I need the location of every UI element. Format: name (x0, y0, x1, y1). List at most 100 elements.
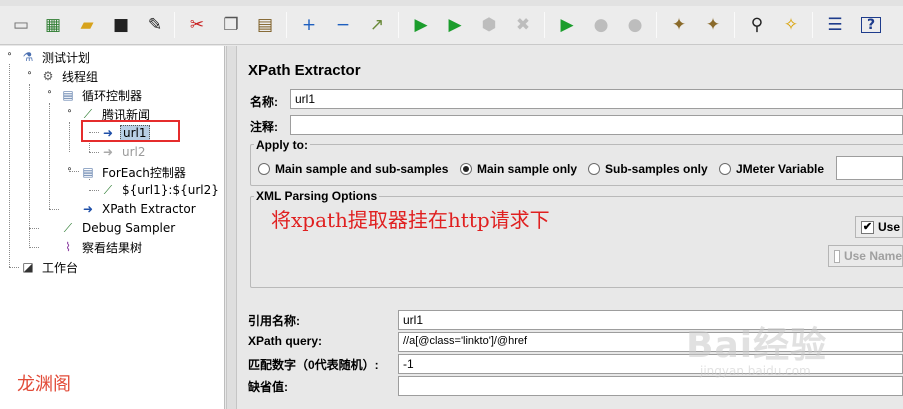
baidu-watermark-brand: Bai经验 (686, 325, 828, 366)
highlight-box (81, 120, 180, 142)
help-button[interactable]: ? (856, 10, 886, 40)
radio-button (588, 163, 600, 175)
tree-node-label: 循环控制器 (82, 88, 143, 103)
start-icon: ▶ (414, 14, 428, 35)
tree-connector (9, 64, 10, 267)
open-button[interactable]: ▰ (72, 10, 102, 40)
toolbar-separator (286, 12, 287, 38)
remote-stop-button[interactable]: ● (586, 10, 616, 40)
remote-shutdown-button[interactable]: ● (620, 10, 650, 40)
radio-main-only[interactable]: Main sample only (460, 162, 577, 176)
copy-button[interactable]: ❐ (216, 10, 246, 40)
jmeter-variable-field[interactable] (836, 156, 903, 180)
save-as-icon: ✎ (147, 14, 163, 35)
tree-node-label: ${url1}:${url2} (122, 183, 219, 197)
start-no-pause-button[interactable]: ▶ (440, 10, 470, 40)
use-namespaces-checkbox[interactable]: Use Name (828, 245, 903, 267)
tree-expand-handle[interactable]: ⚬ (25, 70, 34, 80)
panel-title: XPath Extractor (248, 62, 361, 79)
tree-node-thread-group[interactable]: ⚙ 线程组 (40, 67, 100, 85)
clear-button[interactable]: ✦ (664, 10, 694, 40)
remote-start-icon: ▶ (560, 14, 574, 35)
default-value-label: 缺省值: (248, 380, 288, 394)
tree-connector (29, 247, 39, 248)
tree-node-label: 线程组 (62, 69, 99, 84)
radio-label: JMeter Variable (736, 162, 825, 176)
expand-icon: + (301, 14, 317, 35)
name-field[interactable]: url1 (290, 89, 903, 109)
test-plan-tree: ⚬ ⚬ ⚬ ⚬ ⚬ ⚗ 测试计划 ⚙ 线程组 ▤ 循环控制器 ⟋ 腾讯新闻 ➜ … (0, 46, 225, 409)
tree-node-debug-sampler[interactable]: ⟋ Debug Sampler (60, 219, 177, 237)
remote-start-button[interactable]: ▶ (552, 10, 582, 40)
toolbar: ▭ ▦ ▰ ■ ✎ ✂ ❐ ▤ + − ↗ ▶ ▶ ⬢ ✖ ▶ ● ● ✦ ✦ ⚲ ✧ ☰? (0, 6, 903, 45)
baidu-watermark-url: jingyan.baidu.com (700, 364, 811, 378)
save-as-button[interactable]: ✎ (140, 10, 170, 40)
tree-connector (69, 122, 70, 152)
radio-label: Main sample only (477, 162, 578, 176)
tree-node-url-sampler[interactable]: ⟋ ${url1}:${url2} (100, 181, 221, 199)
search-button[interactable]: ⚲ (742, 10, 772, 40)
xpath-extractor-panel: XPath Extractor 名称: url1 注释: Apply to: M… (238, 46, 903, 409)
sampler-pipette-icon: ⟋ (63, 220, 73, 235)
tree-node-xpath-extractor[interactable]: ➜ XPath Extractor (80, 200, 198, 218)
annotation-text: 将xpath提取器挂在http请求下 (271, 208, 550, 232)
tree-expand-handle[interactable]: ⚬ (65, 166, 74, 176)
search-icon: ⚲ (750, 14, 764, 35)
tree-connector (9, 267, 19, 268)
toggle-button[interactable]: ↗ (362, 10, 392, 40)
tree-node-label: 测试计划 (42, 50, 91, 65)
save-button[interactable]: ■ (106, 10, 136, 40)
function-helper-icon: ☰ (827, 14, 843, 35)
clear-all-button[interactable]: ✦ (698, 10, 728, 40)
shutdown-button[interactable]: ✖ (508, 10, 538, 40)
use-tidy-checkbox[interactable]: ✔ Use (855, 216, 903, 238)
tree-node-view-results-tree[interactable]: ⌇ 察看结果树 (60, 238, 144, 256)
tree-node-label: 工作台 (42, 260, 79, 275)
radio-button (719, 163, 731, 175)
radio-label: Main sample and sub-samples (275, 162, 449, 176)
radio-sub-only[interactable]: Sub-samples only (588, 162, 708, 176)
tree-expand-handle[interactable]: ⚬ (65, 108, 74, 118)
cut-button[interactable]: ✂ (182, 10, 212, 40)
tree-connector (29, 84, 30, 248)
stop-button[interactable]: ⬢ (474, 10, 504, 40)
tree-expand-handle[interactable]: ⚬ (5, 51, 14, 61)
controller-icon: ▤ (62, 88, 74, 102)
controller-icon: ▤ (82, 165, 94, 179)
paste-button[interactable]: ▤ (250, 10, 280, 40)
templates-button[interactable]: ▦ (38, 10, 68, 40)
radio-button (258, 163, 270, 175)
checkbox-label: Use Name (843, 249, 902, 263)
sampler-pipette-icon: ⟋ (103, 182, 113, 197)
checkbox-tick: ✔ (861, 220, 874, 234)
split-pane-divider[interactable] (226, 46, 237, 409)
copy-icon: ❐ (223, 14, 239, 35)
start-no-pause-icon: ▶ (448, 14, 462, 35)
collapse-button[interactable]: − (328, 10, 358, 40)
toolbar-separator (656, 12, 657, 38)
arrow-right-icon: ➜ (102, 145, 114, 159)
xpath-query-label: XPath query: (248, 334, 323, 348)
tree-node-url2[interactable]: ➜ url2 (100, 143, 148, 161)
remote-shutdown-icon: ● (627, 14, 643, 35)
tree-node-foreach-controller[interactable]: ▤ ForEach控制器 (80, 163, 188, 181)
match-no-label: 匹配数字（0代表随机）: (248, 358, 379, 372)
start-button[interactable]: ▶ (406, 10, 436, 40)
toolbar-separator (174, 12, 175, 38)
reset-search-button[interactable]: ✧ (776, 10, 806, 40)
function-helper-button[interactable]: ☰ (820, 10, 850, 40)
tree-connector (89, 152, 99, 153)
new-button[interactable]: ▭ (6, 10, 36, 40)
name-label: 名称: (250, 95, 278, 109)
tree-node-loop-controller[interactable]: ▤ 循环控制器 (60, 86, 144, 104)
radio-main-and-sub[interactable]: Main sample and sub-samples (258, 162, 448, 176)
comment-field[interactable] (290, 115, 903, 135)
tree-node-test-plan[interactable]: ⚗ 测试计划 (20, 48, 92, 66)
expand-button[interactable]: + (294, 10, 324, 40)
tree-expand-handle[interactable]: ⚬ (45, 89, 54, 99)
radio-jmeter-variable[interactable]: JMeter Variable (719, 162, 824, 176)
chart-icon: ⌇ (65, 240, 71, 254)
tree-node-workbench[interactable]: ◪ 工作台 (20, 258, 80, 276)
remote-stop-icon: ● (593, 14, 609, 35)
arrow-right-icon: ➜ (82, 202, 94, 216)
